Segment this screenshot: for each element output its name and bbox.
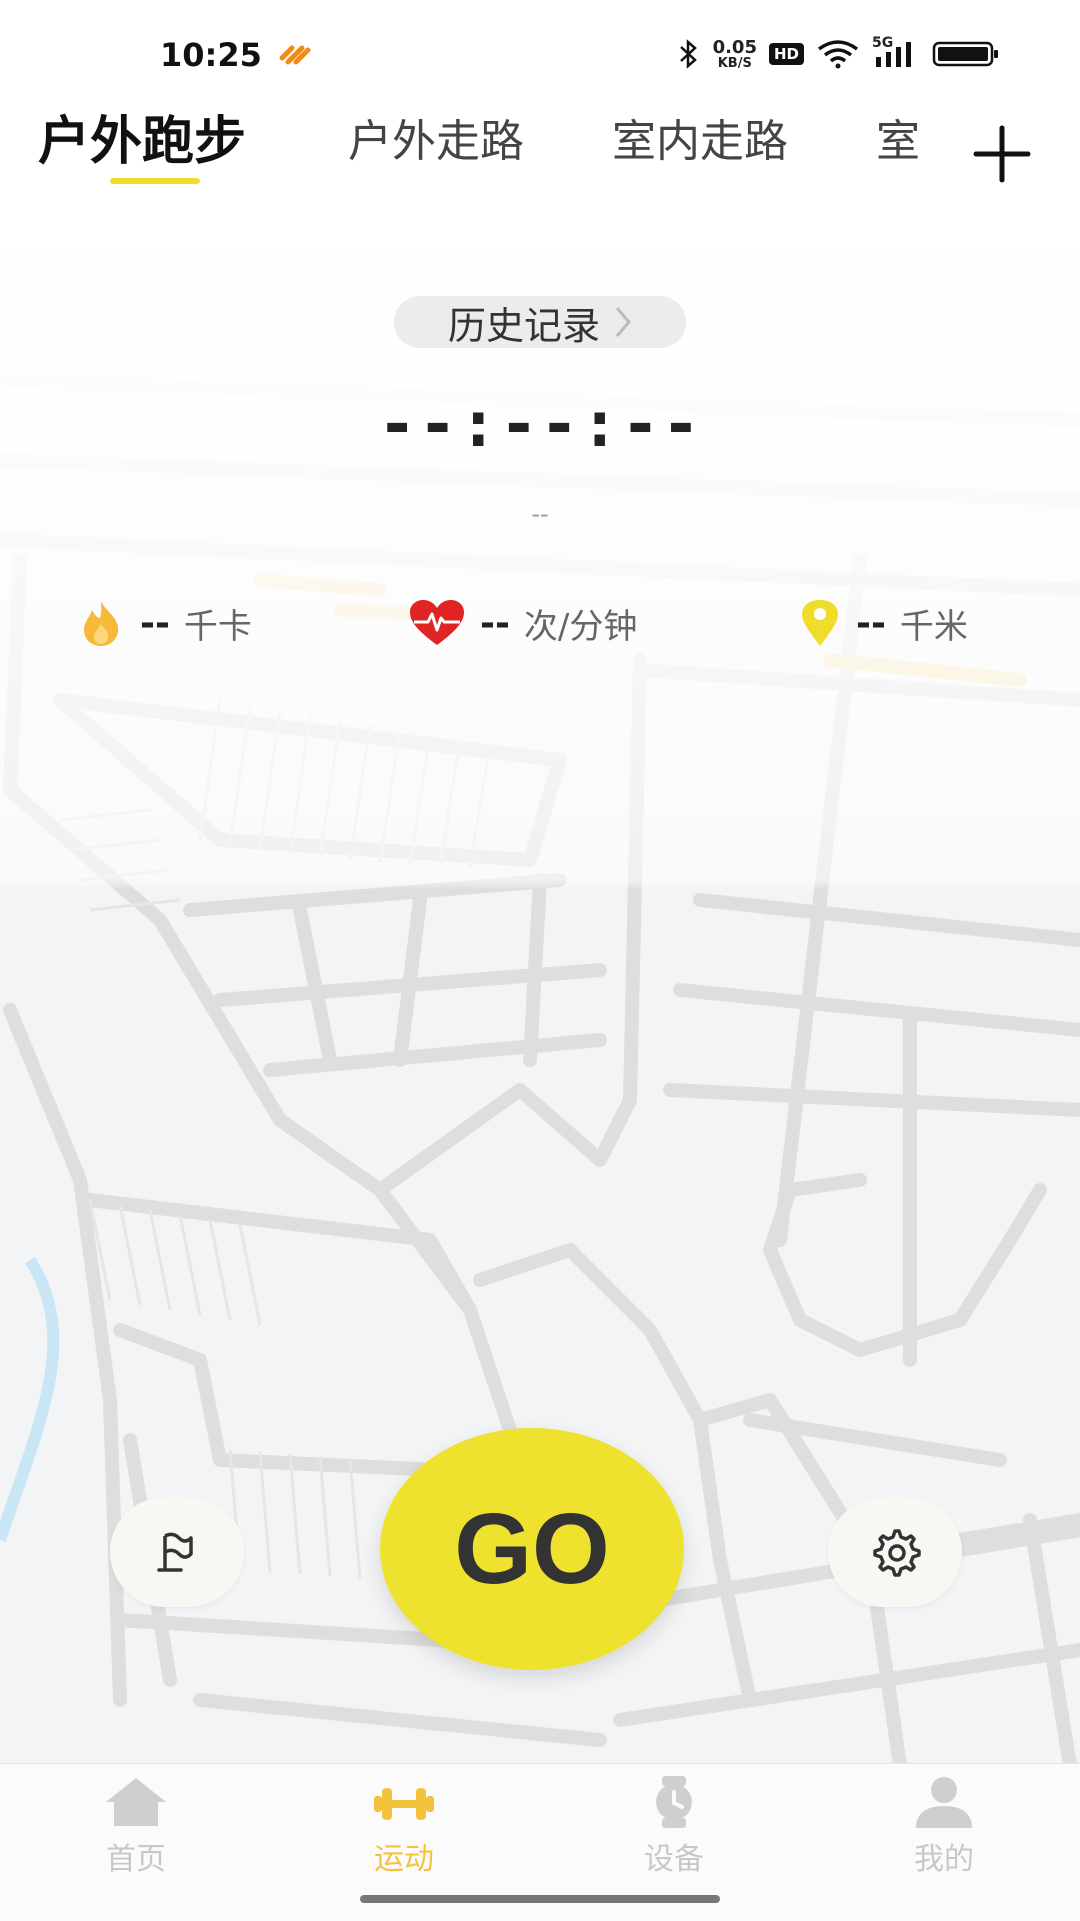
bluetooth-icon <box>679 39 697 69</box>
go-start-button[interactable]: GO <box>380 1428 684 1670</box>
stat-distance: -- 千米 <box>798 598 968 648</box>
active-tab-indicator <box>110 178 200 184</box>
history-button[interactable]: 历史记录 <box>394 296 686 348</box>
calories-value: -- <box>140 602 170 644</box>
nav-item-device[interactable]: 设备 <box>604 1774 744 1878</box>
chevron-right-icon <box>615 307 631 337</box>
tab-indoor-walking[interactable]: 室内走路 <box>612 105 788 169</box>
stat-heart-rate: -- 次/分钟 <box>408 598 637 648</box>
calories-unit: 千卡 <box>183 606 252 647</box>
tab-outdoor-running[interactable]: 户外跑步 <box>38 99 246 174</box>
flame-icon <box>84 601 119 646</box>
gear-icon <box>873 1529 921 1577</box>
stat-calories: -- 千卡 <box>76 598 252 648</box>
nav-item-sport[interactable]: 运动 <box>334 1774 474 1878</box>
net-speed-unit: KB/S <box>717 55 752 71</box>
tab-outdoor-walking[interactable]: 户外走路 <box>348 105 524 169</box>
status-time: 10:25 <box>160 36 262 74</box>
signal-bars-icon <box>876 42 911 67</box>
nav-label-home: 首页 <box>106 1842 166 1877</box>
watch-icon <box>656 1776 692 1828</box>
home-icon <box>106 1778 166 1826</box>
status-icons: 0.05 KB/S HD 5G <box>677 35 1000 71</box>
duration-timer: --:--:-- <box>377 388 703 462</box>
heart-rate-icon <box>410 600 464 645</box>
net-speed: 0.05 KB/S <box>712 36 757 71</box>
nav-item-home[interactable]: 首页 <box>66 1774 206 1878</box>
location-pin-icon <box>802 600 838 646</box>
nav-label-mine: 我的 <box>914 1842 974 1877</box>
status-bar: 10:25 0.05 KB/S HD 5G <box>0 0 1080 110</box>
route-flag-button[interactable] <box>110 1497 244 1607</box>
tab-indoor-partial[interactable]: 室 <box>876 105 928 169</box>
net-speed-value: 0.05 <box>712 36 757 58</box>
flag-icon <box>157 1532 193 1572</box>
dumbbell-icon <box>374 1788 434 1820</box>
heart-rate-unit: 次/分钟 <box>523 606 638 647</box>
nav-item-mine[interactable]: 我的 <box>874 1774 1014 1878</box>
battery-icon <box>932 41 998 67</box>
nav-label-sport: 运动 <box>374 1842 434 1877</box>
heart-rate-value: -- <box>480 602 510 644</box>
wifi-icon <box>817 40 859 69</box>
app-notification-icon <box>279 45 311 65</box>
person-icon <box>916 1777 972 1828</box>
cellular-signal: 5G <box>872 35 920 69</box>
history-label: 历史记录 <box>447 303 600 348</box>
settings-button[interactable] <box>828 1497 962 1607</box>
home-indicator[interactable] <box>360 1895 720 1903</box>
hd-badge: HD <box>768 43 804 65</box>
distance-value: -- <box>856 602 886 644</box>
distance-unit: 千米 <box>899 606 968 647</box>
nav-label-device: 设备 <box>644 1842 704 1877</box>
add-sport-button[interactable] <box>972 124 1032 184</box>
pace-placeholder: -- <box>531 500 549 528</box>
